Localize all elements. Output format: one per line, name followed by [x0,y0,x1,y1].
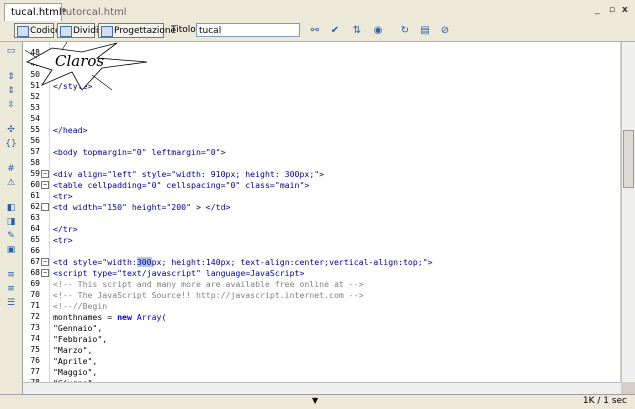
code-line[interactable]: <script type="text/javascript" language=… [53,268,304,278]
split-view-label: Dividi [73,26,99,36]
code-line[interactable]: "Febbraio", [53,334,107,344]
line-number: 58 [30,158,40,167]
code-line[interactable]: "Marzo", [53,345,92,355]
line-number: 70 [30,290,40,299]
apply-comment-icon[interactable]: ◧ [5,203,17,214]
code-line[interactable]: "Maggio", [53,367,97,377]
vertical-scrollbar[interactable] [621,42,635,382]
restore-button[interactable]: ▫ [609,5,615,15]
status-bar: ▼ 1K / 1 sec [0,394,635,409]
file-management-icon[interactable]: ⇅ [350,24,364,37]
code-line[interactable]: <td style="width:300px; height:140px; te… [53,257,433,267]
line-number: 62 [30,202,40,211]
code-view-icon [17,26,29,37]
remove-comment-icon[interactable]: ◨ [5,217,17,228]
line-number: 59 [30,169,40,178]
code-line[interactable]: <div align="left" style="width: 910px; h… [53,169,324,179]
scrollbar-thumb[interactable] [623,130,634,188]
code-line[interactable]: monthnames = new Array( [53,312,166,322]
line-number: 57 [30,147,40,156]
coding-toolbar: ▭ ⇕ ⇕ ⇳ ✣ {} # ⚠ ◧ ◨ ✎ ▣ ≡ ≡ ☰ [0,42,23,394]
highlight-invalid-icon[interactable]: ⚠ [5,178,17,189]
fold-toggle[interactable] [41,203,49,211]
code-line[interactable]: <body topmargin="0" leftmargin="0"> [53,147,226,157]
select-parent-tag-icon[interactable]: ✣ [5,125,17,136]
line-number: 60 [30,180,40,189]
line-number: 74 [30,334,40,343]
line-number: 77 [30,367,40,376]
outdent-code-icon[interactable]: ≡ [5,284,17,295]
wrap-tag-icon[interactable]: ✎ [5,231,17,242]
code-line[interactable]: <table cellpadding="0" cellspacing="0" c… [53,180,309,190]
download-size-status: 1K / 1 sec [582,396,627,406]
line-number: 69 [30,279,40,288]
view-options-icon[interactable]: ▤ [418,24,432,37]
validate-markup-icon[interactable]: ✔ [328,24,342,37]
fold-toggle[interactable]: − [41,258,49,266]
code-line[interactable]: <td width="150" height="200" > </td> [53,202,230,212]
line-number: 75 [30,345,40,354]
code-line[interactable]: <!-- This script and many more are avail… [53,279,364,289]
line-number: 67 [30,257,40,266]
line-number: 71 [30,301,40,310]
balance-braces-icon[interactable]: {} [5,139,17,150]
title-input[interactable]: tucal [196,23,300,37]
indent-code-icon[interactable]: ≡ [5,270,17,281]
open-documents-icon[interactable]: ▭ [5,46,17,57]
refresh-icon[interactable]: ↻ [398,24,412,37]
line-number: 56 [30,136,40,145]
line-number: 76 [30,356,40,365]
logo-text: Claros [55,52,104,70]
format-source-icon[interactable]: ☰ [5,298,17,309]
minimize-button[interactable]: _ [595,5,600,15]
collapse-tag-icon[interactable]: ⇕ [5,72,17,83]
code-line[interactable]: <!--//Begin [53,301,107,311]
title-label: Titolo: [171,25,199,35]
line-numbers-icon[interactable]: # [5,164,17,175]
line-number: 53 [30,103,40,112]
document-tab-bar: tucal.html* tutorcal.html _ ▫ x [0,0,635,22]
tab-tucal[interactable]: tucal.html* [4,3,67,21]
line-number: 68 [30,268,40,277]
line-number: 66 [30,246,40,255]
code-line[interactable]: <tr> [53,235,73,245]
line-number: 55 [30,125,40,134]
line-number: 54 [30,114,40,123]
line-number: 73 [30,323,40,332]
document-toolbar: Codice Dividi Progettazione Titolo: tuca… [0,21,635,42]
design-view-icon [101,26,113,37]
collapse-selection-icon[interactable]: ⇕ [5,86,17,97]
browser-check-icon[interactable]: ⚯ [308,24,322,37]
code-line[interactable]: </head> [53,125,88,135]
line-number: 72 [30,312,40,321]
fold-toggle[interactable]: − [41,181,49,189]
visual-aids-icon[interactable]: ⊘ [438,24,452,37]
recent-snippets-icon[interactable]: ▣ [5,245,17,256]
fold-toggle[interactable]: − [41,170,49,178]
fold-toggle[interactable]: − [41,269,49,277]
code-view-label: Codice [30,26,61,36]
code-view-button[interactable]: Codice [14,23,61,38]
claros-logo: Claros [24,41,148,91]
code-line[interactable]: <!-- The JavaScript Source!! http://java… [53,290,364,300]
code-line[interactable]: "Gennaio", [53,323,102,333]
design-view-button[interactable]: Progettazione [98,23,176,38]
line-number: 64 [30,224,40,233]
expand-all-icon[interactable]: ⇳ [5,100,17,111]
design-view-label: Progettazione [114,26,177,36]
code-line[interactable]: "Aprile", [53,356,97,366]
code-line[interactable]: <tr> [53,191,73,201]
code-line[interactable]: </tr> [53,224,78,234]
tab-tutorcal[interactable]: tutorcal.html [56,4,133,21]
split-view-icon [60,26,72,37]
close-button[interactable]: x [622,5,628,15]
line-number: 65 [30,235,40,244]
line-number: 63 [30,213,40,222]
line-number: 61 [30,191,40,200]
preview-browser-icon[interactable]: ◉ [371,24,385,37]
split-view-button[interactable]: Dividi [57,23,99,38]
expand-panel-icon[interactable]: ▼ [312,396,318,405]
